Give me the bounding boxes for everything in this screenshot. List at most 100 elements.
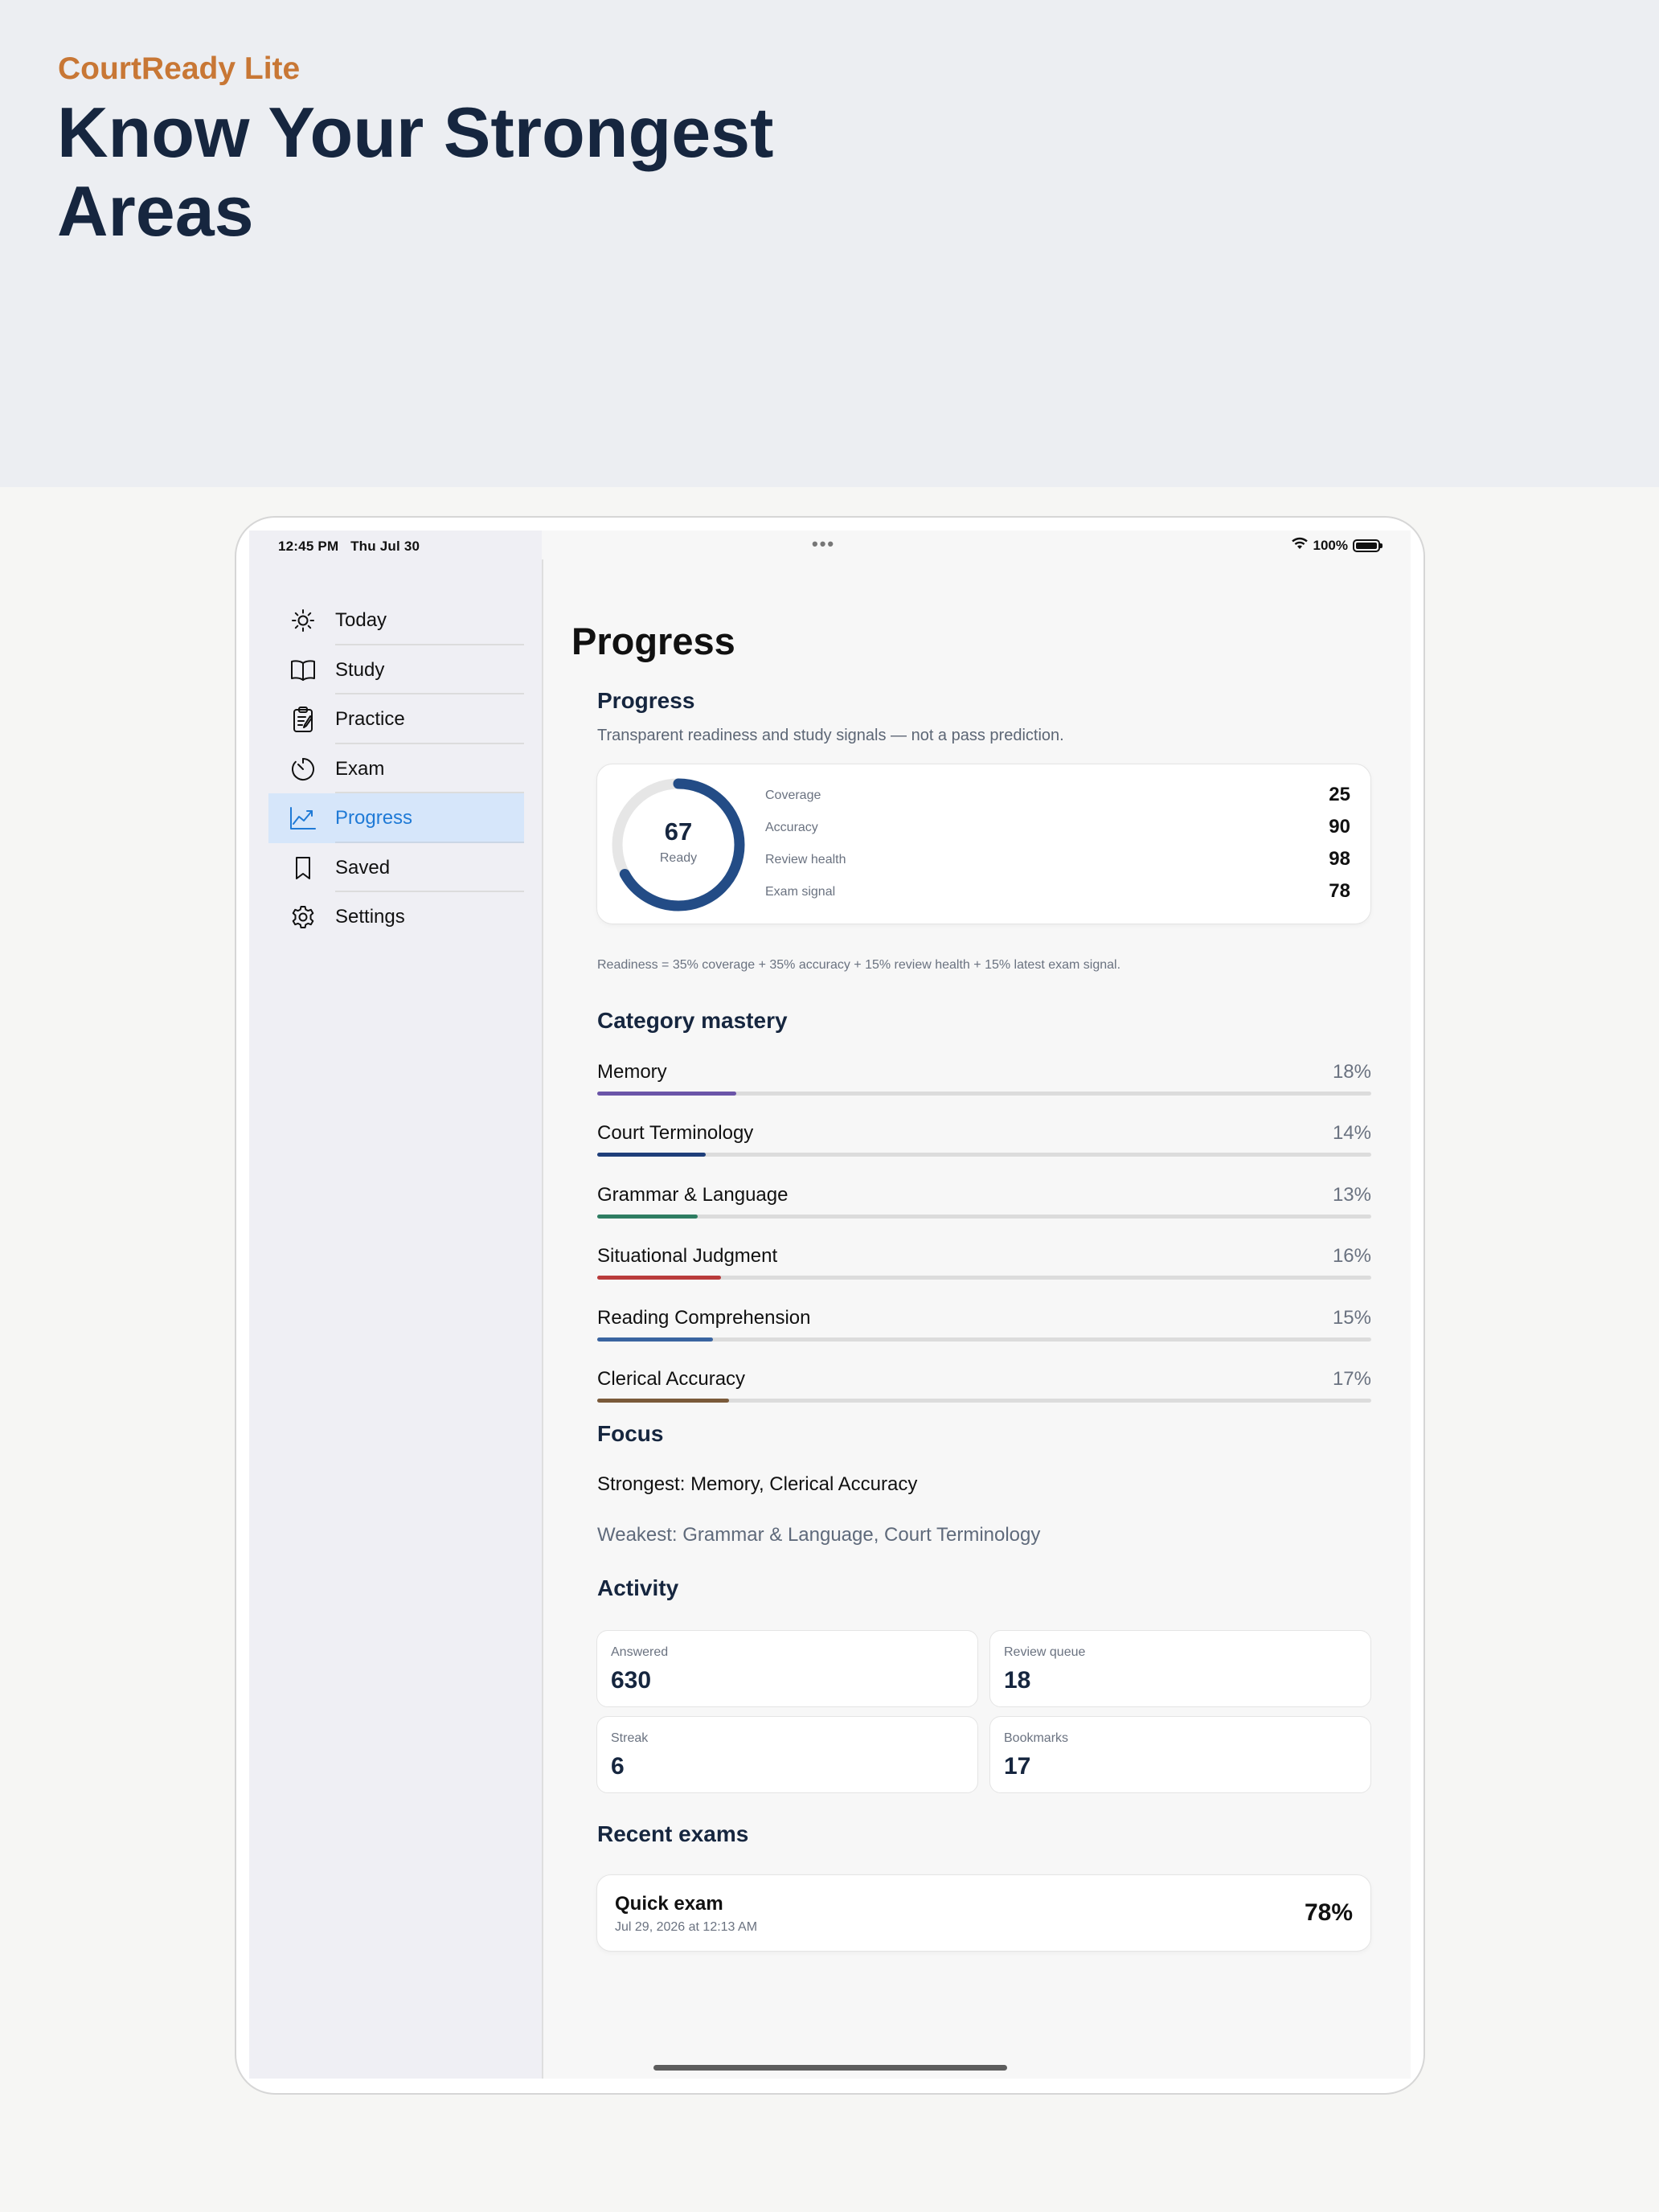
metric-coverage: Coverage 25 bbox=[765, 783, 1350, 807]
exam-score: 78% bbox=[1304, 1899, 1353, 1926]
section-title-recent-exams: Recent exams bbox=[597, 1821, 749, 1846]
app-screen: Today Study Practice Exam Progress Saved… bbox=[249, 530, 1411, 2079]
sidebar-item-progress[interactable]: Progress bbox=[268, 793, 524, 843]
page-title: Progress bbox=[571, 620, 735, 662]
metric-value: 25 bbox=[1329, 784, 1350, 805]
book-icon bbox=[289, 657, 317, 684]
clipboard-icon bbox=[289, 706, 317, 733]
stat-answered: Answered 630 bbox=[596, 1630, 978, 1707]
category-label: Situational Judgment bbox=[597, 1245, 778, 1267]
category-percent: 17% bbox=[1332, 1368, 1371, 1390]
hero-banner: CourtReady Lite Know Your Strongest Area… bbox=[0, 0, 1659, 487]
readiness-label: Ready bbox=[659, 851, 698, 865]
category-clerical-accuracy: Clerical Accuracy 17% bbox=[597, 1368, 1371, 1408]
sidebar-item-label: Progress bbox=[335, 807, 413, 829]
stat-label: Review queue bbox=[1004, 1645, 1086, 1659]
category-progress-track bbox=[597, 1276, 1371, 1280]
category-percent: 13% bbox=[1332, 1184, 1371, 1206]
sidebar-item-saved[interactable]: Saved bbox=[268, 843, 524, 892]
category-label: Court Terminology bbox=[597, 1122, 754, 1144]
progress-subtitle: Transparent readiness and study signals … bbox=[597, 727, 1064, 744]
category-progress-fill bbox=[597, 1153, 706, 1157]
sidebar-item-study[interactable]: Study bbox=[268, 645, 524, 694]
category-progress-track bbox=[597, 1153, 1371, 1157]
metric-review-health: Review health 98 bbox=[765, 847, 1350, 871]
metric-value: 98 bbox=[1329, 848, 1350, 870]
home-indicator[interactable] bbox=[653, 2065, 1007, 2071]
sidebar: Today Study Practice Exam Progress Saved… bbox=[249, 530, 542, 2079]
sidebar-item-today[interactable]: Today bbox=[268, 596, 524, 645]
sidebar-item-label: Settings bbox=[335, 906, 405, 928]
category-grammar-language: Grammar & Language 13% bbox=[597, 1184, 1371, 1224]
category-situational-judgment: Situational Judgment 16% bbox=[597, 1245, 1371, 1285]
sidebar-item-label: Exam bbox=[335, 757, 385, 780]
category-reading-comprehension: Reading Comprehension 15% bbox=[597, 1307, 1371, 1347]
battery-fill bbox=[1356, 542, 1377, 549]
metric-value: 90 bbox=[1329, 816, 1350, 838]
category-progress-fill bbox=[597, 1092, 737, 1096]
metric-label: Coverage bbox=[765, 789, 821, 802]
stat-value: 6 bbox=[611, 1753, 625, 1780]
category-progress-track bbox=[597, 1399, 1371, 1403]
chart-line-icon bbox=[289, 805, 317, 832]
metric-label: Accuracy bbox=[765, 821, 818, 834]
main-content[interactable]: Progress Progress Transparent readiness … bbox=[543, 530, 1411, 2079]
sidebar-item-practice[interactable]: Practice bbox=[268, 694, 524, 744]
category-progress-fill bbox=[597, 1215, 698, 1219]
category-progress-fill bbox=[597, 1276, 722, 1280]
readiness-formula: Readiness = 35% coverage + 35% accuracy … bbox=[597, 958, 1121, 972]
sidebar-item-label: Saved bbox=[335, 856, 391, 879]
category-label: Grammar & Language bbox=[597, 1184, 789, 1206]
sidebar-item-settings[interactable]: Settings bbox=[268, 892, 524, 942]
category-label: Memory bbox=[597, 1061, 667, 1083]
category-progress-track bbox=[597, 1215, 1371, 1219]
metric-label: Review health bbox=[765, 853, 846, 866]
exam-date: Jul 29, 2026 at 12:13 AM bbox=[615, 1920, 758, 1934]
brand-name: CourtReady Lite bbox=[58, 51, 301, 86]
recent-exam-item[interactable]: Quick exam Jul 29, 2026 at 12:13 AM 78% bbox=[596, 1874, 1371, 1952]
category-court-terminology: Court Terminology 14% bbox=[597, 1122, 1371, 1162]
sidebar-nav: Today Study Practice Exam Progress Saved… bbox=[268, 596, 524, 942]
section-title-progress: Progress bbox=[597, 688, 695, 713]
exam-title: Quick exam bbox=[615, 1893, 723, 1915]
metric-accuracy: Accuracy 90 bbox=[765, 815, 1350, 839]
bookmark-icon bbox=[289, 854, 317, 882]
sun-icon bbox=[289, 607, 317, 634]
stat-value: 17 bbox=[1004, 1753, 1031, 1780]
stat-review-queue: Review queue 18 bbox=[989, 1630, 1371, 1707]
status-time: 12:45 PM Thu Jul 30 bbox=[278, 539, 420, 554]
battery-percent: 100% bbox=[1313, 537, 1348, 553]
wifi-icon bbox=[1291, 537, 1309, 554]
stat-streak: Streak 6 bbox=[596, 1716, 978, 1793]
category-percent: 18% bbox=[1332, 1061, 1371, 1083]
readiness-card: 67 Ready Coverage 25 Accuracy 90 Review … bbox=[596, 764, 1371, 924]
stat-value: 630 bbox=[611, 1667, 652, 1694]
focus-strongest: Strongest: Memory, Clerical Accuracy bbox=[597, 1473, 918, 1495]
status-right: 100% bbox=[1291, 537, 1382, 554]
timer-icon bbox=[289, 756, 317, 783]
category-percent: 15% bbox=[1332, 1307, 1371, 1329]
category-progress-track bbox=[597, 1337, 1371, 1342]
multitasking-dots-icon[interactable]: ••• bbox=[812, 534, 835, 555]
sidebar-item-label: Today bbox=[335, 609, 387, 631]
status-bar: 12:45 PM Thu Jul 30 ••• 100% bbox=[249, 530, 1411, 559]
section-title-focus: Focus bbox=[597, 1421, 664, 1446]
section-title-activity: Activity bbox=[597, 1575, 679, 1600]
section-title-category-mastery: Category mastery bbox=[597, 1008, 788, 1033]
metric-exam-signal: Exam signal 78 bbox=[765, 879, 1350, 903]
gear-icon bbox=[289, 903, 317, 931]
hero-title: Know Your Strongest Areas bbox=[57, 92, 774, 251]
ipad-device-frame: Today Study Practice Exam Progress Saved… bbox=[235, 516, 1425, 2095]
category-progress-fill bbox=[597, 1337, 714, 1342]
focus-weakest: Weakest: Grammar & Language, Court Termi… bbox=[597, 1524, 1041, 1546]
battery-icon bbox=[1353, 539, 1382, 552]
metric-label: Exam signal bbox=[765, 885, 836, 899]
category-progress-fill bbox=[597, 1399, 729, 1403]
metric-value: 78 bbox=[1329, 880, 1350, 902]
sidebar-item-label: Study bbox=[335, 658, 385, 681]
category-percent: 16% bbox=[1332, 1245, 1371, 1267]
category-label: Clerical Accuracy bbox=[597, 1368, 746, 1390]
category-label: Reading Comprehension bbox=[597, 1307, 811, 1329]
readiness-score: 67 bbox=[664, 817, 693, 846]
sidebar-item-exam[interactable]: Exam bbox=[268, 744, 524, 793]
